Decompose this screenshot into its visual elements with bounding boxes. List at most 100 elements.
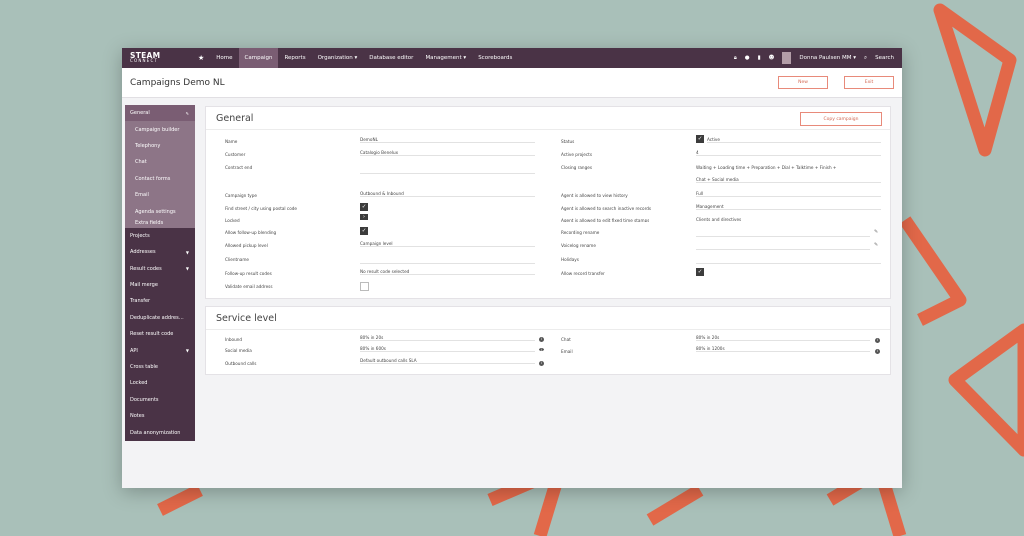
sidebar-item-deduplicate[interactable]: Deduplicate addres…	[125, 310, 195, 326]
user-menu[interactable]: Donna Paulsen MM ▾	[799, 55, 856, 61]
general-fields: Name Customer Contract end Campaign type…	[206, 130, 890, 298]
top-nav: STEAM CONNECT ★ Home Campaign Reports Or…	[122, 48, 902, 68]
exit-button[interactable]: Exit	[844, 76, 894, 89]
info-icon[interactable]: i	[539, 361, 544, 366]
logo[interactable]: STEAM CONNECT	[122, 52, 192, 63]
document-icon[interactable]: ▮	[758, 55, 761, 61]
service-level-panel: Service level Inbound Social media Outbo…	[205, 306, 891, 375]
sidebar-item-label: General	[130, 110, 150, 117]
locked-checkbox[interactable]: ›	[360, 214, 368, 220]
customer-field[interactable]: Catalogio Benelux	[360, 150, 535, 156]
field-label: Locked	[225, 218, 240, 222]
nav-management[interactable]: Management ▾	[419, 48, 472, 68]
edit-pencil-icon[interactable]: ✎	[874, 242, 878, 248]
favorites-star-icon[interactable]: ★	[192, 54, 210, 62]
chevron-down-icon: ▼	[185, 348, 189, 354]
field-label: Chat	[561, 337, 571, 342]
field-label: Name	[225, 139, 238, 144]
users-icon[interactable]: ☻	[769, 55, 775, 61]
field-label: Follow-up result codes	[225, 271, 272, 276]
logo-subtext: CONNECT	[130, 58, 159, 63]
field-label: Voicelog rename	[561, 243, 596, 248]
campaign-type-select[interactable]: Outbound & Inbound	[360, 191, 535, 197]
nav-scoreboards[interactable]: Scoreboards	[472, 48, 518, 68]
sidebar-subitem-contact-forms[interactable]: Contact forms	[125, 170, 195, 187]
email-sla-select[interactable]: 80% in 1200s	[696, 346, 870, 352]
sidebar-item-mail-merge[interactable]: Mail merge	[125, 277, 195, 293]
sidebar-item-locked[interactable]: Locked	[125, 375, 195, 391]
inbound-sla-select[interactable]: 80% in 20s	[360, 335, 535, 341]
view-history-select[interactable]: Full	[696, 191, 881, 197]
sidebar-subitem-agenda-settings[interactable]: Agenda settings	[125, 203, 195, 220]
clientname-field[interactable]	[360, 255, 535, 264]
avatar[interactable]	[782, 52, 792, 64]
sidebar-subitem-chat[interactable]: Chat	[125, 154, 195, 171]
sidebar-item-addresses[interactable]: Addresses ▼	[125, 244, 195, 260]
field-label: Holidays	[561, 257, 579, 262]
search-inactive-select[interactable]: Management	[696, 204, 881, 210]
nav-organization[interactable]: Organization ▾	[312, 48, 364, 68]
field-label: Agent is allowed to view history	[561, 193, 628, 198]
nav-right: 🔒︎ ● ▮ ☻ Donna Paulsen MM ▾ ⌕ Search	[734, 52, 902, 64]
service-level-title: Service level	[216, 312, 277, 324]
sidebar-item-cross-table[interactable]: Cross table	[125, 359, 195, 375]
sidebar-subitem-telephony[interactable]: Telephony	[125, 137, 195, 155]
record-transfer-checkbox[interactable]: ✓	[696, 268, 704, 276]
fixed-time-stamps-select[interactable]: Clients and directives	[696, 217, 741, 221]
field-label: Clientname	[225, 257, 249, 262]
sidebar-subitem-campaign-builder[interactable]: Campaign builder	[125, 121, 195, 138]
follow-up-blending-checkbox[interactable]: ✓	[360, 227, 368, 235]
sidebar-subitem-extra-fields[interactable]: Extra fields	[125, 219, 195, 228]
follow-up-result-codes-select[interactable]: No result code selected	[360, 269, 535, 275]
pin-icon[interactable]: ✎	[186, 111, 189, 116]
holidays-field[interactable]	[696, 257, 881, 264]
chevron-down-icon: ▼	[185, 266, 189, 272]
nav-home[interactable]: Home	[210, 48, 238, 68]
sidebar-item-result-codes[interactable]: Result codes ▼	[125, 261, 195, 277]
validate-email-checkbox[interactable]	[360, 282, 369, 291]
status-active-checkbox[interactable]: ✓	[696, 135, 704, 143]
info-icon[interactable]: i	[875, 349, 880, 354]
sidebar-subitem-email[interactable]: Email	[125, 186, 195, 204]
sidebar-item-reset-result-code[interactable]: Reset result code	[125, 326, 195, 342]
nav-database-editor[interactable]: Database editor	[363, 48, 419, 68]
new-button[interactable]: New	[778, 76, 828, 89]
chat-icon[interactable]: ●	[745, 55, 750, 61]
status-field[interactable]: Active	[707, 137, 881, 143]
sidebar-item-projects[interactable]: Projects	[125, 228, 195, 244]
info-icon[interactable]: i	[539, 337, 544, 342]
voicelog-rename-field[interactable]	[696, 243, 870, 250]
contract-end-field[interactable]	[360, 163, 535, 174]
chat-sla-select[interactable]: 80% in 20s	[696, 335, 870, 341]
name-field[interactable]: DemoNL	[360, 137, 535, 143]
postal-code-checkbox[interactable]: ✓	[360, 203, 368, 211]
lock-icon[interactable]: 🔒︎	[734, 55, 737, 62]
nav-campaign[interactable]: Campaign	[238, 48, 279, 68]
recording-rename-field[interactable]	[696, 230, 870, 237]
sidebar-item-label: API	[130, 347, 138, 354]
social-media-sla-select[interactable]: 80% in 600s	[360, 346, 535, 352]
sidebar-item-general[interactable]: General ✎	[125, 105, 195, 122]
info-icon[interactable]: i	[875, 338, 880, 343]
page-title: Campaigns Demo NL	[130, 77, 225, 88]
active-projects-field: 4	[696, 150, 881, 156]
sidebar-item-label: Addresses	[130, 249, 156, 256]
sidebar-item-label: Result codes	[130, 265, 162, 272]
main-content: General Copy campaign Name Customer Cont…	[205, 106, 891, 382]
sidebar-item-data-anonymization[interactable]: Data anonymization	[125, 424, 195, 440]
service-level-fields: Inbound Social media Outbound calls 80% …	[206, 330, 890, 374]
copy-campaign-button[interactable]: Copy campaign	[800, 112, 882, 126]
info-icon[interactable]: i	[539, 348, 544, 351]
nav-reports[interactable]: Reports	[278, 48, 311, 68]
closing-ranges-line1: Waiting + Loading time + Preparation + D…	[696, 165, 837, 170]
sidebar-item-api[interactable]: API ▼	[125, 342, 195, 358]
service-level-header: Service level	[206, 307, 890, 330]
search-link[interactable]: Search	[875, 55, 894, 61]
search-icon[interactable]: ⌕	[864, 55, 867, 62]
pickup-level-select[interactable]: Campaign level	[360, 241, 535, 247]
edit-pencil-icon[interactable]: ✎	[874, 229, 878, 235]
outbound-calls-sla-select[interactable]: Default outbound calls SLA	[360, 358, 535, 364]
sidebar-item-transfer[interactable]: Transfer	[125, 293, 195, 309]
sidebar-item-documents[interactable]: Documents	[125, 392, 195, 408]
sidebar-item-notes[interactable]: Notes	[125, 408, 195, 424]
